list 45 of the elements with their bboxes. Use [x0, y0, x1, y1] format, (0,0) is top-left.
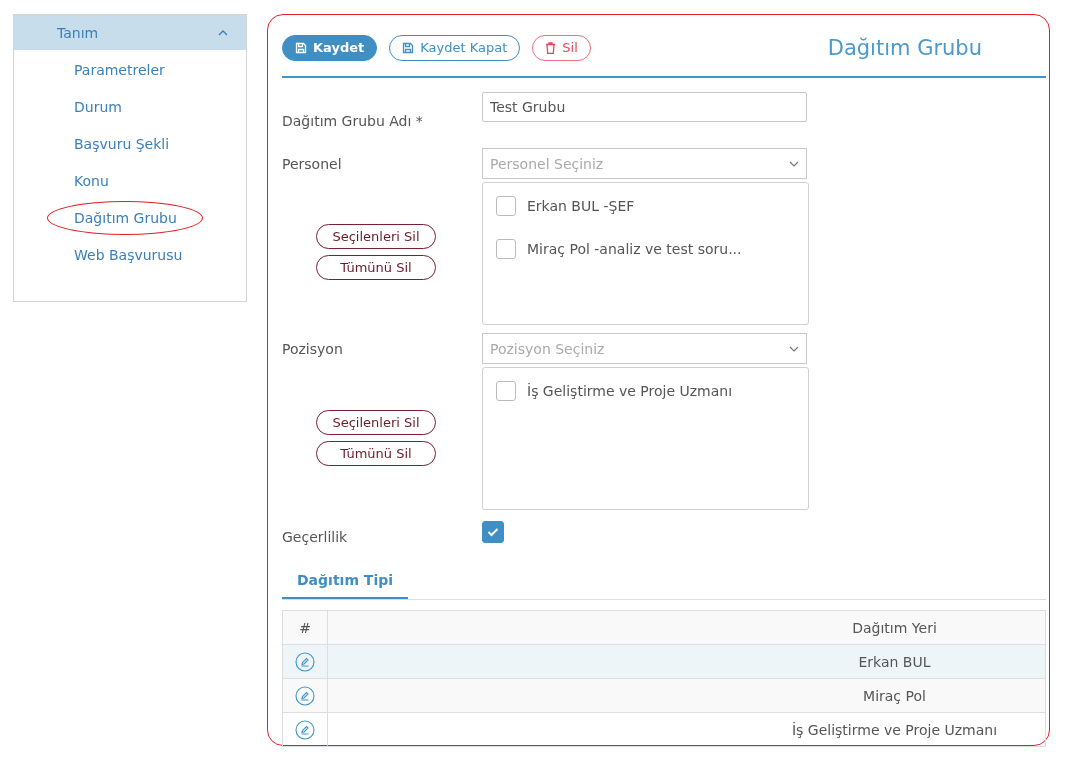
- menu-item[interactable]: Başvuru Şekli: [74, 135, 170, 152]
- save-icon: [402, 41, 415, 54]
- menu-group-label: Tanım: [57, 24, 99, 41]
- option-label: Miraç Pol -analiz ve test soru...: [527, 241, 742, 257]
- menu-group-header[interactable]: Tanım: [14, 15, 246, 50]
- option-label: Erkan BUL -ŞEF: [527, 198, 635, 214]
- remove-selected-button[interactable]: Seçilenleri Sil: [316, 410, 436, 435]
- checkbox[interactable]: [496, 381, 516, 401]
- option-label: İş Geliştirme ve Proje Uzmanı: [527, 383, 733, 399]
- menu-item[interactable]: Parametreler: [74, 61, 165, 78]
- menu-item[interactable]: Durum: [74, 98, 122, 115]
- save-button[interactable]: Kaydet: [282, 34, 378, 61]
- column-header: Dağıtım Yeri: [327, 610, 1046, 645]
- remove-all-button[interactable]: Tümünü Sil: [316, 255, 436, 280]
- checkbox[interactable]: [482, 521, 504, 543]
- checkbox[interactable]: [496, 196, 516, 216]
- menu-item[interactable]: Dağıtım Grubu: [74, 209, 177, 226]
- save-close-button[interactable]: Kaydet Kapat: [389, 34, 521, 61]
- save-icon: [295, 41, 307, 54]
- select-field[interactable]: Personel Seçiniz: [482, 148, 807, 179]
- field-label: Dağıtım Grubu Adı *: [282, 113, 423, 129]
- tab[interactable]: Dağıtım Tipi: [282, 564, 408, 599]
- chevron-down-icon: [789, 160, 799, 167]
- column-header: #: [282, 610, 328, 645]
- check-icon: [487, 527, 499, 537]
- field-label: Pozisyon: [282, 341, 343, 357]
- edit-icon[interactable]: [295, 719, 315, 740]
- remove-selected-button[interactable]: Seçilenleri Sil: [316, 224, 436, 249]
- edit-icon[interactable]: [295, 651, 315, 672]
- checkbox[interactable]: [496, 239, 516, 259]
- chevron-down-icon: [789, 345, 799, 352]
- table-cell: İş Geliştirme ve Proje Uzmanı: [327, 712, 1046, 747]
- menu-item[interactable]: Web Başvurusu: [74, 246, 183, 263]
- field-label: Personel: [282, 156, 342, 172]
- page-title: Dağıtım Grubu: [827, 35, 982, 60]
- name-input-field[interactable]: Test Grubu: [482, 92, 807, 122]
- remove-all-button[interactable]: Tümünü Sil: [316, 441, 436, 466]
- select-field[interactable]: Pozisyon Seçiniz: [482, 333, 807, 364]
- menu-item[interactable]: Konu: [74, 172, 109, 189]
- table-cell: Erkan BUL: [327, 644, 1046, 679]
- delete-button[interactable]: Sil: [532, 34, 591, 61]
- edit-icon[interactable]: [295, 685, 315, 706]
- table-cell: Miraç Pol: [327, 678, 1046, 713]
- field-label: Geçerlilik: [282, 529, 348, 545]
- trash-icon: [545, 41, 557, 54]
